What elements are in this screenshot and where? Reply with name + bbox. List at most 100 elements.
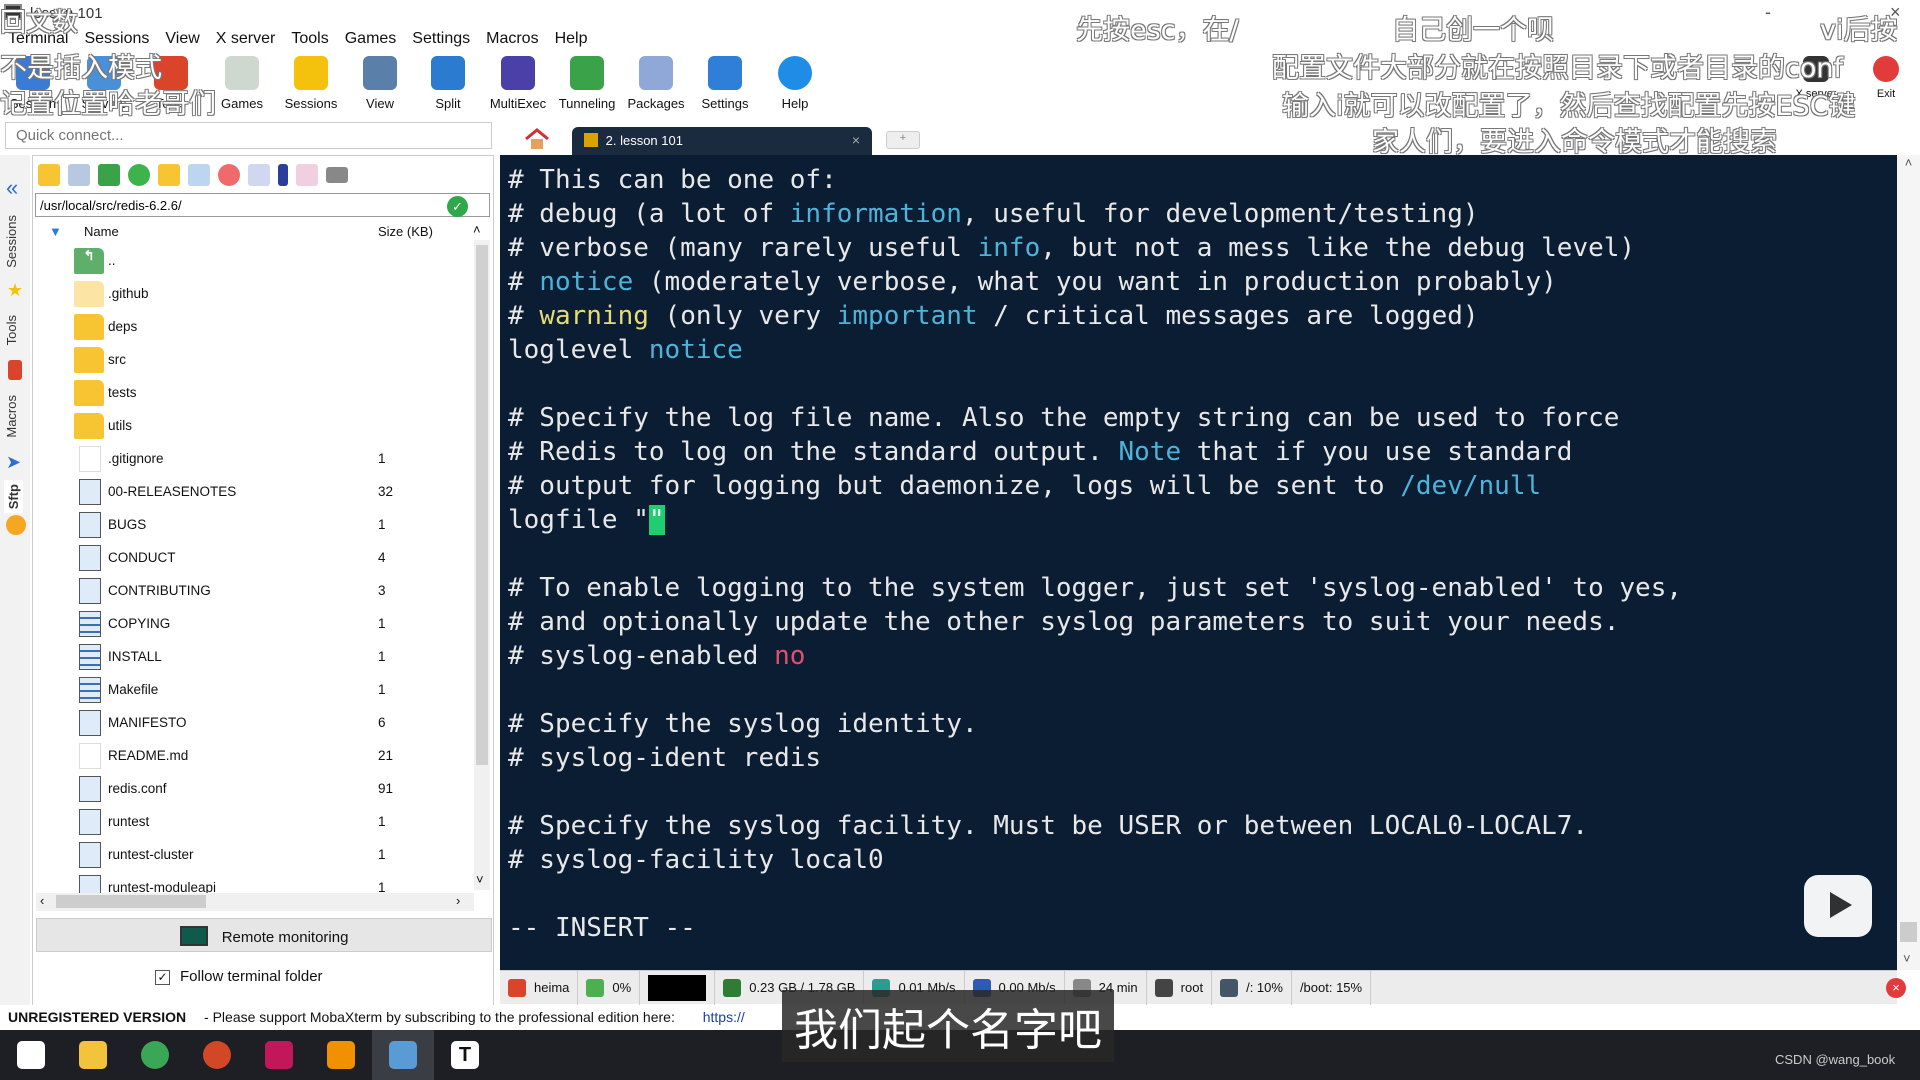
- scroll-right-icon[interactable]: ›: [456, 893, 460, 908]
- upload-icon[interactable]: [98, 164, 120, 186]
- column-name[interactable]: Name: [84, 224, 119, 239]
- collapse-panel-icon[interactable]: «: [6, 175, 18, 201]
- toolbar-sessions-button[interactable]: Sessions: [277, 56, 345, 116]
- column-size[interactable]: Size (KB): [378, 224, 433, 239]
- taskbar-intellij-button[interactable]: [248, 1030, 310, 1080]
- taskbar-typora-button[interactable]: T: [434, 1030, 496, 1080]
- file-row[interactable]: .gitignore 1: [70, 443, 450, 476]
- toolbar-packages-button[interactable]: Packages: [622, 56, 690, 116]
- toolbar-split-button[interactable]: Split: [414, 56, 482, 116]
- taskbar-mobaxterm-button[interactable]: [372, 1030, 434, 1080]
- file-row[interactable]: src: [70, 344, 450, 377]
- file-list-vscroll-thumb[interactable]: [476, 245, 488, 765]
- file-row[interactable]: .github: [70, 278, 450, 311]
- side-tab-tools[interactable]: Tools: [4, 315, 19, 345]
- status-item: [640, 970, 716, 1005]
- sftp-icon: [6, 515, 26, 535]
- new-folder-icon[interactable]: [158, 164, 180, 186]
- subscribe-link[interactable]: https://: [703, 1009, 745, 1025]
- scroll-up-icon[interactable]: ˄: [1897, 155, 1920, 170]
- minimize-button[interactable]: -: [1765, 2, 1771, 23]
- toolbar-tunneling-button[interactable]: Tunneling: [553, 56, 621, 116]
- taskbar-chrome-button[interactable]: [124, 1030, 186, 1080]
- parent-folder-icon[interactable]: [38, 164, 60, 186]
- terminal-segment: # syslog-ident redis: [508, 743, 822, 773]
- menu-macros[interactable]: Macros: [478, 30, 546, 52]
- scroll-down-icon[interactable]: ˅: [476, 872, 484, 887]
- tab-lesson-101[interactable]: 2. lesson 101 ×: [572, 127, 872, 155]
- close-tab-button[interactable]: ×: [852, 132, 860, 148]
- refresh-icon[interactable]: [128, 164, 150, 186]
- remote-monitoring-button[interactable]: Remote monitoring: [36, 918, 492, 952]
- menu-x-server[interactable]: X server: [208, 30, 284, 52]
- terminal-scroll-thumb[interactable]: [1900, 922, 1917, 942]
- terminal-view[interactable]: # This can be one of: # debug (a lot of i…: [500, 155, 1897, 970]
- toolbar-exit-button[interactable]: Exit: [1852, 56, 1920, 116]
- terminal-line: # Specify the syslog facility. Must be U…: [508, 809, 1682, 843]
- new-tab-button[interactable]: +: [886, 131, 920, 149]
- download-icon[interactable]: [68, 164, 90, 186]
- file-row[interactable]: runtest-cluster 1: [70, 839, 450, 872]
- status-text: root: [1180, 980, 1204, 995]
- side-tab-sftp[interactable]: Sftp: [4, 480, 23, 514]
- quick-connect-input[interactable]: [5, 122, 492, 149]
- file-row[interactable]: BUGS 1: [70, 509, 450, 542]
- menu-settings[interactable]: Settings: [404, 30, 478, 52]
- file-list-hscroll-thumb[interactable]: [56, 895, 206, 908]
- file-row[interactable]: tests: [70, 377, 450, 410]
- delete-icon[interactable]: [218, 164, 240, 186]
- file-row[interactable]: CONDUCT 4: [70, 542, 450, 575]
- file-row[interactable]: 00-RELEASENOTES 32: [70, 476, 450, 509]
- sort-arrow-icon[interactable]: ▼: [49, 224, 62, 239]
- file-icon: [79, 776, 101, 802]
- toolbar-help-button[interactable]: Help: [761, 56, 829, 116]
- close-status-icon[interactable]: ×: [1886, 978, 1906, 998]
- disk-icon: [1220, 978, 1239, 997]
- taskbar-file-explorer-button[interactable]: [62, 1030, 124, 1080]
- scroll-left-icon[interactable]: ‹: [40, 893, 44, 908]
- taskbar-vmware-button[interactable]: [310, 1030, 372, 1080]
- caption-overlay: 回文数: [0, 8, 79, 38]
- file-row[interactable]: deps: [70, 311, 450, 344]
- menu-help[interactable]: Help: [547, 30, 596, 52]
- file-row[interactable]: README.md 21: [70, 740, 450, 773]
- gears-icon: [708, 56, 742, 90]
- file-row[interactable]: CONTRIBUTING 3: [70, 575, 450, 608]
- file-row[interactable]: COPYING 1: [70, 608, 450, 641]
- scroll-down-icon[interactable]: ˅: [1903, 951, 1911, 966]
- file-row[interactable]: ↰..: [70, 245, 450, 278]
- home-tab-icon[interactable]: [524, 128, 550, 150]
- side-tab-macros[interactable]: Macros: [4, 395, 19, 438]
- toolbar-view-button[interactable]: View: [346, 56, 414, 116]
- folder-icon: [74, 347, 104, 373]
- file-row[interactable]: MANIFESTO 6: [70, 707, 450, 740]
- scroll-up-icon[interactable]: ˄: [473, 222, 481, 237]
- windows-start-icon: [17, 1041, 45, 1069]
- terminal-scrollbar[interactable]: ˄ ˅: [1897, 155, 1920, 970]
- menu-view[interactable]: View: [157, 30, 207, 52]
- hidden-files-icon[interactable]: [278, 164, 288, 186]
- file-row[interactable]: INSTALL 1: [70, 641, 450, 674]
- file-row[interactable]: Makefile 1: [70, 674, 450, 707]
- menu-games[interactable]: Games: [337, 30, 405, 52]
- terminal-icon[interactable]: [326, 167, 348, 183]
- checkbox-checked-icon[interactable]: ✓: [155, 970, 170, 985]
- taskbar-windows-start-button[interactable]: [0, 1030, 62, 1080]
- taskbar-powerpoint-button[interactable]: [186, 1030, 248, 1080]
- side-tab-strip: « Sessions ★ Tools Macros ➤ Sftp: [0, 155, 30, 1015]
- toolbar-multiexec-button[interactable]: MultiExec: [484, 56, 552, 116]
- side-tab-sessions[interactable]: Sessions: [4, 215, 19, 268]
- path-ok-icon[interactable]: ✓: [447, 196, 468, 217]
- file-row[interactable]: runtest 1: [70, 806, 450, 839]
- toolbar-settings-button[interactable]: Settings: [691, 56, 759, 116]
- follow-terminal-folder-checkbox[interactable]: ✓ Follow terminal folder: [155, 968, 323, 985]
- permissions-icon[interactable]: [296, 164, 318, 186]
- sftp-path-input[interactable]: [35, 193, 490, 217]
- file-row[interactable]: redis.conf 91: [70, 773, 450, 806]
- rename-icon[interactable]: [248, 164, 270, 186]
- file-row[interactable]: utils: [70, 410, 450, 443]
- menu-tools[interactable]: Tools: [283, 30, 336, 52]
- terminal-segment: # syslog-facility local0: [508, 845, 884, 875]
- new-file-icon[interactable]: [188, 164, 210, 186]
- toolbar-games-button[interactable]: Games: [208, 56, 276, 116]
